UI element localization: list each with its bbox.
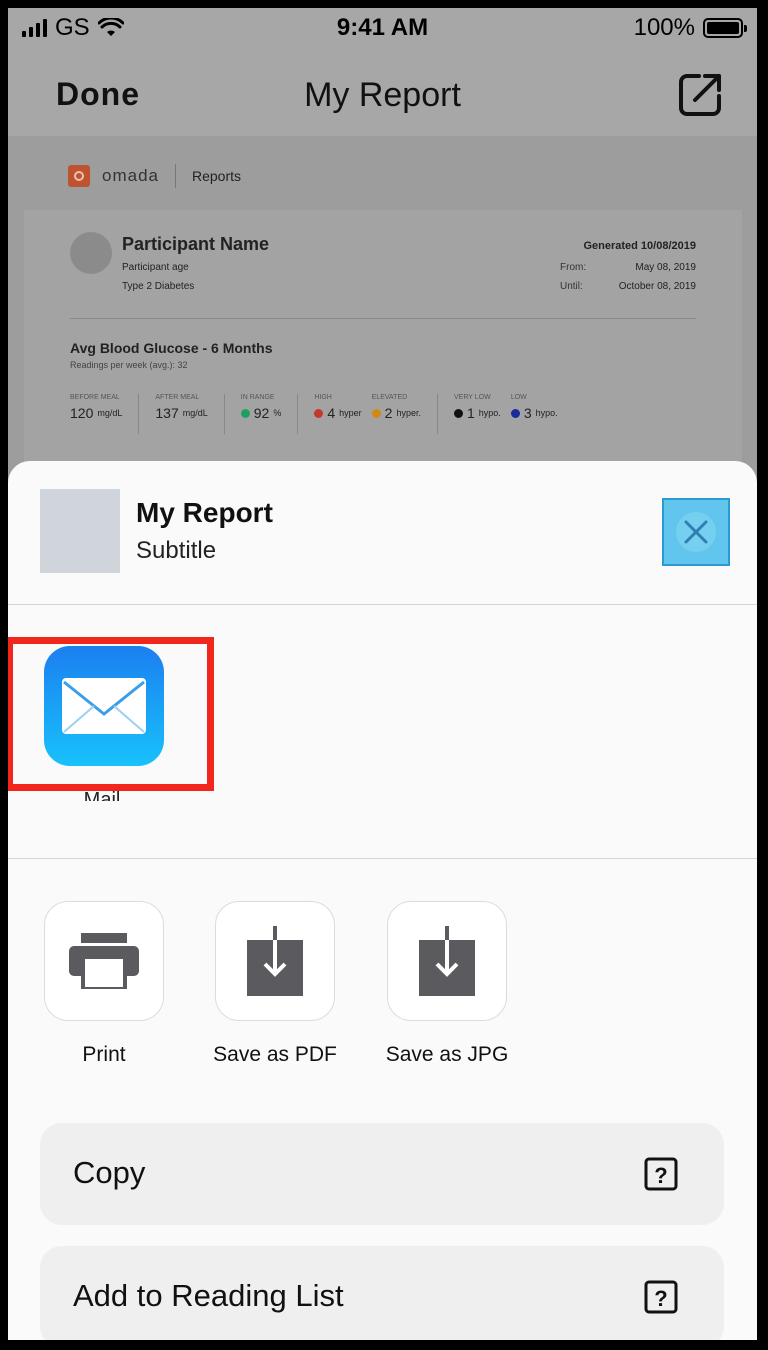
metric-low: Very low 1 hypo. Low 3 hypo.: [453, 394, 574, 434]
metric-value: 3 hypo.: [510, 405, 558, 421]
copy-label: Copy: [73, 1155, 146, 1190]
save-jpg-label: Save as JPG: [385, 1043, 509, 1066]
readings-per-week: Readings per week (avg.): 32: [70, 360, 188, 370]
very-low-dot-icon: [453, 408, 463, 418]
report-card: Participant Name Participant age Type 2 …: [24, 210, 742, 476]
battery-percent: 100%: [633, 14, 695, 41]
document-thumbnail: [40, 489, 120, 573]
metric-label: After meal: [155, 394, 200, 401]
page-title: My Report: [304, 76, 461, 114]
save-jpg-button[interactable]: [387, 901, 507, 1021]
until-value: October 08, 2019: [618, 281, 696, 292]
header-divider: [174, 164, 176, 188]
share-sheet: My Report Subtitle Mail Print Save as PD…: [8, 461, 757, 1340]
sheet-divider: [8, 604, 757, 605]
add-reading-list-label: Add to Reading List: [73, 1278, 344, 1313]
status-right: 100%: [633, 14, 747, 42]
metric-value: 1 hypo.: [453, 405, 501, 421]
sheet-title: My Report: [136, 497, 273, 528]
status-bar: GS 9:41 AM 100%: [8, 8, 757, 48]
metric-value: 120 mg/dL: [70, 405, 123, 421]
metric-value: 137 mg/dL: [155, 405, 208, 421]
until-label: Until:: [560, 281, 583, 292]
add-reading-list-row[interactable]: Add to Reading List ?: [40, 1246, 724, 1340]
metric-in-range: In range 92%: [240, 394, 299, 434]
svg-text:?: ?: [654, 1163, 667, 1188]
metric-before-meal: Before meal 120 mg/dL: [70, 394, 140, 434]
metric-label: In range: [240, 394, 275, 401]
printer-icon: [69, 933, 139, 989]
metric-label: Low: [510, 394, 527, 401]
participant-name: Participant Name: [122, 234, 270, 254]
participant-age: Participant age: [122, 262, 189, 273]
save-pdf-label: Save as PDF: [213, 1043, 337, 1066]
metrics-row: Before meal 120 mg/dL After meal 137 mg/dL…: [70, 394, 590, 434]
help-icon: ?: [644, 1280, 678, 1314]
metric-after-meal: After meal 137 mg/dL: [155, 394, 225, 434]
reports-label: Reports: [191, 168, 242, 184]
mail-icon[interactable]: [44, 646, 164, 766]
download-icon: [419, 926, 475, 996]
close-button[interactable]: [662, 498, 730, 566]
low-dot-icon: [510, 408, 520, 418]
in-range-dot-icon: [240, 408, 250, 418]
omada-logo-icon: [68, 165, 90, 187]
avatar: [70, 232, 112, 274]
battery-icon: [703, 18, 747, 38]
svg-text:?: ?: [654, 1286, 667, 1311]
metric-label: Before meal: [70, 394, 120, 401]
metric-label: High: [314, 394, 332, 401]
copy-row[interactable]: Copy ?: [40, 1123, 724, 1225]
print-label: Print: [82, 1043, 126, 1066]
elevated-dot-icon: [371, 408, 381, 418]
brand-name: omada: [102, 166, 159, 185]
phone-screen: GS 9:41 AM 100% Done My Report omada Rep…: [8, 8, 757, 1340]
report-header: omada Reports: [68, 164, 241, 188]
avg-glucose-title: Avg Blood Glucose - 6 Months: [70, 340, 273, 356]
from-label: From:: [560, 262, 587, 273]
generated-date: Generated 10/08/2019: [583, 240, 696, 252]
close-icon: [676, 512, 716, 552]
sheet-divider: [8, 858, 757, 859]
mail-label: Mail: [83, 789, 121, 801]
from-value: May 08, 2019: [635, 262, 696, 273]
metric-value: 4 hyper: [314, 405, 362, 421]
share-icon[interactable]: [677, 70, 725, 118]
help-icon: ?: [644, 1157, 678, 1191]
metric-value: 92%: [240, 405, 281, 421]
metric-label: Very low: [453, 394, 491, 401]
participant-type: Type 2 Diabetes: [122, 281, 195, 292]
print-button[interactable]: [44, 901, 164, 1021]
sheet-subtitle: Subtitle: [136, 537, 217, 564]
save-pdf-button[interactable]: [215, 901, 335, 1021]
report-preview: omada Reports Participant Name Participa…: [8, 136, 757, 476]
download-icon: [247, 926, 303, 996]
navigation-bar: Done My Report: [8, 48, 757, 136]
metric-value: 2 hyper.: [371, 405, 421, 421]
high-dot-icon: [314, 408, 324, 418]
metric-high-elevated: High 4 hyper Elevated 2 hyper.: [314, 394, 438, 434]
metric-label: Elevated: [371, 394, 408, 401]
report-divider: [70, 318, 696, 319]
